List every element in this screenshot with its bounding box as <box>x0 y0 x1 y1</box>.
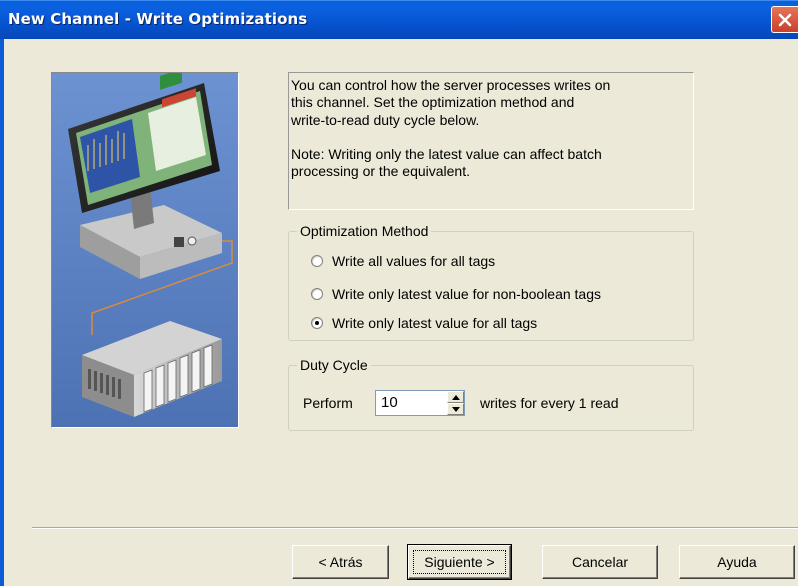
duty-cycle-value[interactable]: 10 <box>381 394 398 411</box>
focus-rect <box>413 550 506 574</box>
radio-button[interactable] <box>311 255 323 267</box>
arrow-up-icon <box>452 395 460 400</box>
cancel-button[interactable]: Cancelar <box>542 545 658 579</box>
radio-write-latest-all[interactable]: Write only latest value for all tags <box>311 314 537 332</box>
duty-cycle-spinner[interactable]: 10 <box>375 390 465 416</box>
duty-cycle-label: Duty Cycle <box>297 356 371 374</box>
description-text: You can control how the server processes… <box>291 77 611 128</box>
back-button[interactable]: < Atrás <box>292 545 389 579</box>
perform-label: Perform <box>303 395 353 411</box>
title-bar[interactable]: New Channel - Write Optimizations <box>0 0 798 39</box>
computer-plc-illustration <box>51 72 239 428</box>
close-button[interactable] <box>771 6 798 33</box>
radio-label: Write all values for all tags <box>332 253 496 269</box>
close-icon <box>778 13 792 27</box>
radio-label: Write only latest value for non-boolean … <box>332 286 602 302</box>
duty-cycle-group: Duty Cycle Perform 10 writes for every 1… <box>288 356 694 431</box>
arrow-down-icon <box>452 407 460 412</box>
radio-button[interactable] <box>311 288 323 300</box>
spin-up-button[interactable] <box>447 391 464 403</box>
optimization-method-group: Optimization Method Write all values for… <box>288 222 694 341</box>
radio-write-latest-non-boolean[interactable]: Write only latest value for non-boolean … <box>311 285 601 303</box>
window-title: New Channel - Write Optimizations <box>8 10 308 28</box>
radio-write-all-values[interactable]: Write all values for all tags <box>311 252 495 270</box>
spin-down-button[interactable] <box>447 403 464 415</box>
optimization-method-label: Optimization Method <box>297 222 432 240</box>
help-button[interactable]: Ayuda <box>679 545 795 579</box>
next-button[interactable]: Siguiente > <box>407 544 512 580</box>
description-note: Note: Writing only the latest value can … <box>291 145 602 180</box>
writes-per-read-label: writes for every 1 read <box>480 395 619 411</box>
radio-label: Write only latest value for all tags <box>332 315 538 331</box>
description-box: You can control how the server processes… <box>288 72 694 210</box>
separator <box>32 527 798 529</box>
radio-button-selected[interactable] <box>311 317 323 329</box>
